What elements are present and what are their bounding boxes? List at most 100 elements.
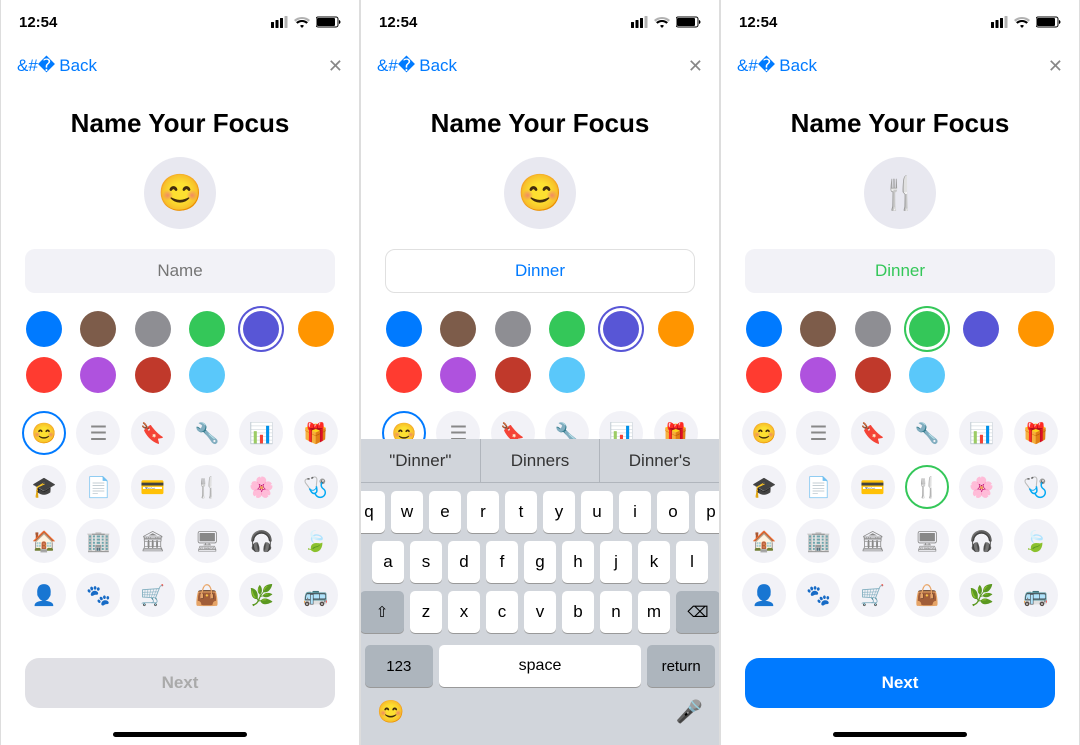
autocomplete-dinner-apos[interactable]: Dinner's bbox=[600, 439, 719, 482]
key-u[interactable]: u bbox=[581, 491, 613, 533]
key-delete[interactable]: ⌫ bbox=[676, 591, 720, 633]
key-shift[interactable]: ⇧ bbox=[360, 591, 404, 633]
icon-home-3[interactable]: 🏠 bbox=[742, 519, 786, 563]
icon-home-1[interactable]: 🏠 bbox=[22, 519, 66, 563]
icon-list-3[interactable]: ☰ bbox=[796, 411, 840, 455]
icon-card-3[interactable]: 💳 bbox=[851, 465, 895, 509]
key-x[interactable]: x bbox=[448, 591, 480, 633]
icon-chart-3[interactable]: 📊 bbox=[959, 411, 1003, 455]
icon-paws-1[interactable]: 🐾 bbox=[76, 573, 120, 617]
color-red-2[interactable] bbox=[386, 357, 422, 393]
color-teal-3[interactable] bbox=[909, 357, 945, 393]
icon-bookmark-1[interactable]: 🔖 bbox=[131, 411, 175, 455]
color-gray-3[interactable] bbox=[855, 311, 891, 347]
key-t[interactable]: t bbox=[505, 491, 537, 533]
icon-grad-1[interactable]: 🎓 bbox=[22, 465, 66, 509]
name-input-3[interactable] bbox=[745, 249, 1055, 293]
icon-gift-1[interactable]: 🎁 bbox=[294, 411, 338, 455]
name-input-2[interactable] bbox=[385, 249, 695, 293]
icon-utensils-3[interactable]: 🍴 bbox=[905, 465, 949, 509]
key-f[interactable]: f bbox=[486, 541, 518, 583]
key-v[interactable]: v bbox=[524, 591, 556, 633]
icon-bank-1[interactable]: 🏛 bbox=[131, 519, 175, 563]
icon-file-3[interactable]: 📄 bbox=[796, 465, 840, 509]
icon-bag-3[interactable]: 👜 bbox=[905, 573, 949, 617]
key-h[interactable]: h bbox=[562, 541, 594, 583]
icon-bus-1[interactable]: 🚌 bbox=[294, 573, 338, 617]
icon-person-1[interactable]: 👤 bbox=[22, 573, 66, 617]
key-space[interactable]: space bbox=[439, 645, 642, 687]
color-violet[interactable] bbox=[80, 357, 116, 393]
color-brown-2[interactable] bbox=[440, 311, 476, 347]
autocomplete-dinners[interactable]: Dinners bbox=[481, 439, 601, 482]
color-orange-2[interactable] bbox=[658, 311, 694, 347]
mic-button[interactable]: 🎤 bbox=[676, 699, 703, 725]
color-teal[interactable] bbox=[189, 357, 225, 393]
close-button-2[interactable]: ✕ bbox=[688, 56, 703, 77]
key-a[interactable]: a bbox=[372, 541, 404, 583]
color-darkred-2[interactable] bbox=[495, 357, 531, 393]
color-violet-2[interactable] bbox=[440, 357, 476, 393]
color-orange-3[interactable] bbox=[1018, 311, 1054, 347]
icon-leaf-3[interactable]: 🍃 bbox=[1014, 519, 1058, 563]
key-m[interactable]: m bbox=[638, 591, 670, 633]
icon-chart-1[interactable]: 📊 bbox=[239, 411, 283, 455]
color-green[interactable] bbox=[189, 311, 225, 347]
icon-grad-3[interactable]: 🎓 bbox=[742, 465, 786, 509]
icon-monitor-1[interactable]: 🖥 bbox=[185, 519, 229, 563]
key-123[interactable]: 123 bbox=[365, 645, 433, 687]
icon-headphones-1[interactable]: 🎧 bbox=[239, 519, 283, 563]
color-blue-3[interactable] bbox=[746, 311, 782, 347]
icon-person-3[interactable]: 👤 bbox=[742, 573, 786, 617]
key-w[interactable]: w bbox=[391, 491, 423, 533]
icon-paws-3[interactable]: 🐾 bbox=[796, 573, 840, 617]
next-button-3[interactable]: Next bbox=[745, 658, 1055, 708]
color-purple-2[interactable] bbox=[603, 311, 639, 347]
key-n[interactable]: n bbox=[600, 591, 632, 633]
back-button-2[interactable]: &#� Back bbox=[377, 56, 457, 76]
key-i[interactable]: i bbox=[619, 491, 651, 533]
focus-icon-1[interactable]: 😊 bbox=[144, 157, 216, 229]
key-y[interactable]: y bbox=[543, 491, 575, 533]
color-purple-3[interactable] bbox=[963, 311, 999, 347]
color-gray[interactable] bbox=[135, 311, 171, 347]
color-purple[interactable] bbox=[243, 311, 279, 347]
key-return[interactable]: return bbox=[647, 645, 715, 687]
icon-leaf-1[interactable]: 🍃 bbox=[294, 519, 338, 563]
key-o[interactable]: o bbox=[657, 491, 689, 533]
key-r[interactable]: r bbox=[467, 491, 499, 533]
icon-utensils-1[interactable]: 🍴 bbox=[185, 465, 229, 509]
color-red[interactable] bbox=[26, 357, 62, 393]
key-q[interactable]: q bbox=[360, 491, 385, 533]
key-g[interactable]: g bbox=[524, 541, 556, 583]
icon-bookmark-3[interactable]: 🔖 bbox=[851, 411, 895, 455]
color-red-3[interactable] bbox=[746, 357, 782, 393]
icon-building-1[interactable]: 🏢 bbox=[76, 519, 120, 563]
key-k[interactable]: k bbox=[638, 541, 670, 583]
key-c[interactable]: c bbox=[486, 591, 518, 633]
back-button-1[interactable]: &#� Back bbox=[17, 56, 97, 76]
color-blue-2[interactable] bbox=[386, 311, 422, 347]
color-darkred[interactable] bbox=[135, 357, 171, 393]
icon-tools-1[interactable]: 🔧 bbox=[185, 411, 229, 455]
icon-nature-3[interactable]: 🌿 bbox=[959, 573, 1003, 617]
color-violet-3[interactable] bbox=[800, 357, 836, 393]
color-blue[interactable] bbox=[26, 311, 62, 347]
key-b[interactable]: b bbox=[562, 591, 594, 633]
icon-gift-3[interactable]: 🎁 bbox=[1014, 411, 1058, 455]
icon-bus-3[interactable]: 🚌 bbox=[1014, 573, 1058, 617]
key-z[interactable]: z bbox=[410, 591, 442, 633]
name-input-1[interactable] bbox=[25, 249, 335, 293]
emoji-button[interactable]: 😊 bbox=[377, 699, 404, 725]
icon-flower-3[interactable]: 🌸 bbox=[959, 465, 1003, 509]
key-s[interactable]: s bbox=[410, 541, 442, 583]
color-gray-2[interactable] bbox=[495, 311, 531, 347]
key-d[interactable]: d bbox=[448, 541, 480, 583]
key-p[interactable]: p bbox=[695, 491, 720, 533]
icon-emoji-1[interactable]: 😊 bbox=[22, 411, 66, 455]
close-button-3[interactable]: ✕ bbox=[1048, 56, 1063, 77]
icon-bag-1[interactable]: 👜 bbox=[185, 573, 229, 617]
icon-file-1[interactable]: 📄 bbox=[76, 465, 120, 509]
icon-flower-1[interactable]: 🌸 bbox=[239, 465, 283, 509]
icon-list-1[interactable]: ☰ bbox=[76, 411, 120, 455]
